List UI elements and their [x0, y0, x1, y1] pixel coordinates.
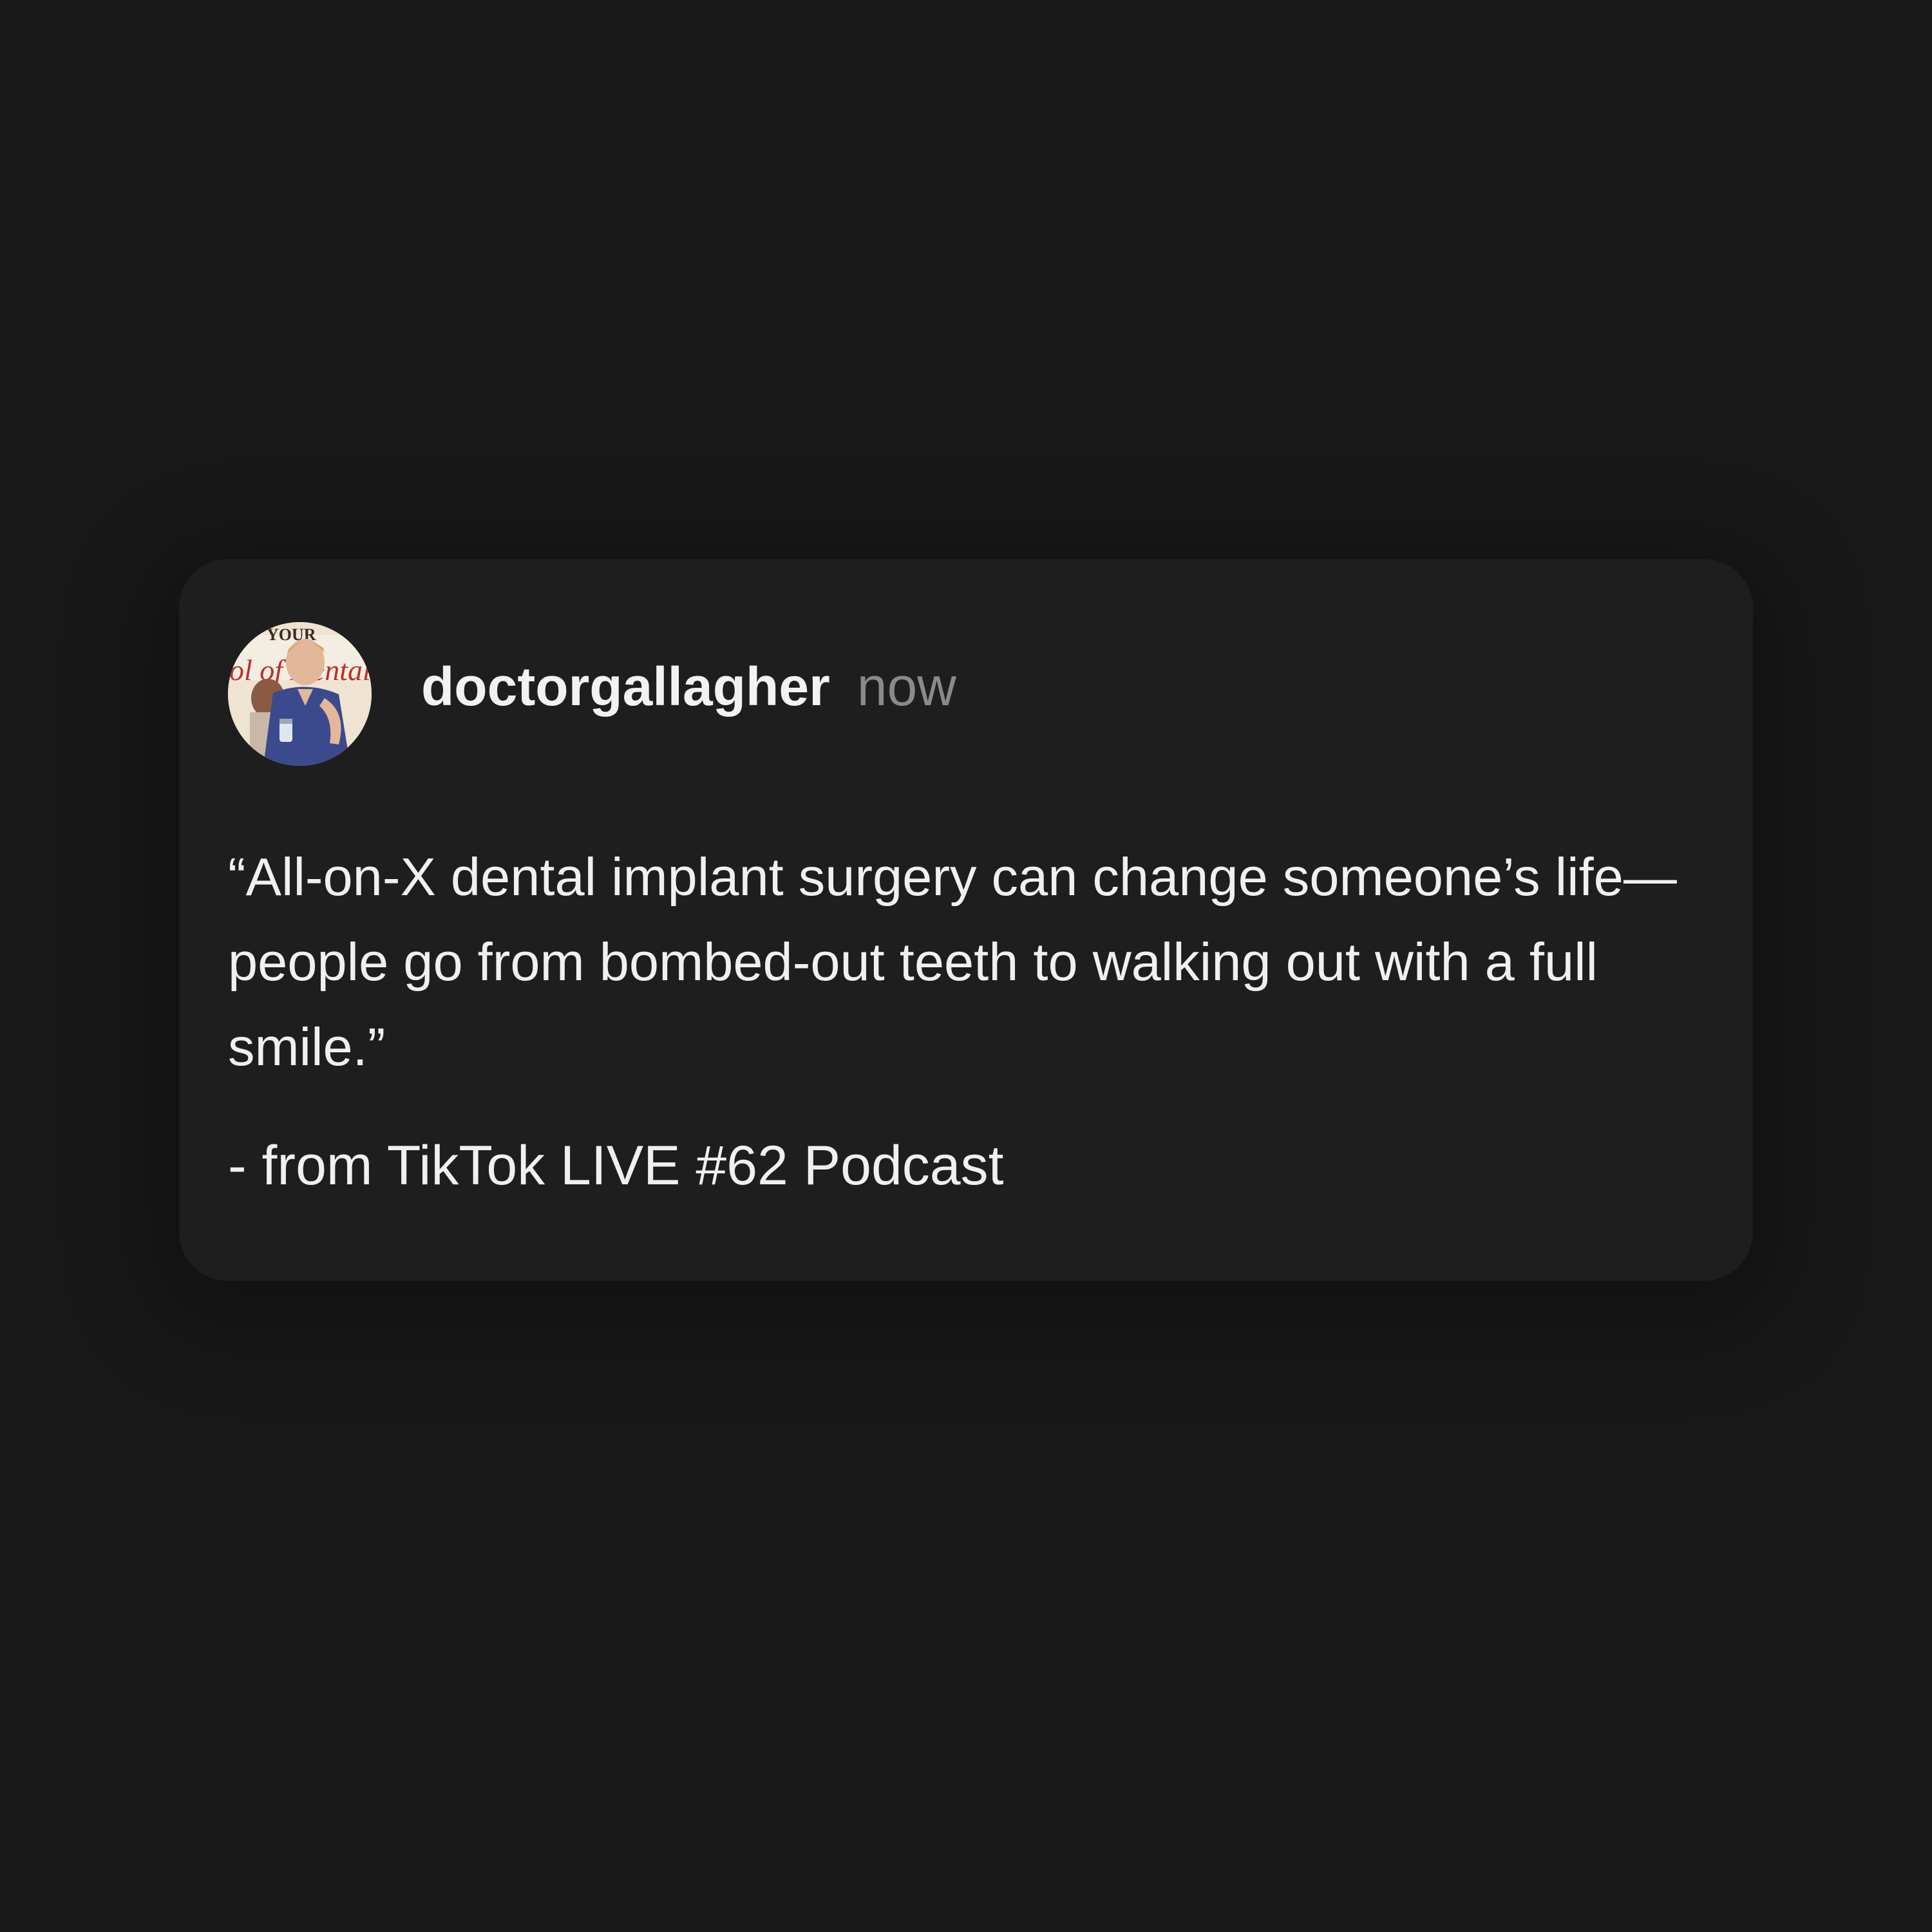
post-quote: “All-on-X dental implant surgery can cha…	[228, 847, 1677, 1077]
avatar[interactable]: ol of Dental YOUR	[228, 622, 372, 766]
timestamp: now	[857, 656, 956, 717]
post-header: doctorgallagher now	[421, 656, 956, 733]
page: ol of Dental YOUR doctorgallagher now “A…	[0, 0, 1932, 1932]
username[interactable]: doctorgallagher	[421, 656, 830, 718]
avatar-image: ol of Dental YOUR	[228, 622, 372, 766]
post-card: ol of Dental YOUR doctorgallagher now “A…	[179, 559, 1753, 1281]
post-source: - from TikTok LIVE #62 Podcast	[228, 1135, 1004, 1197]
